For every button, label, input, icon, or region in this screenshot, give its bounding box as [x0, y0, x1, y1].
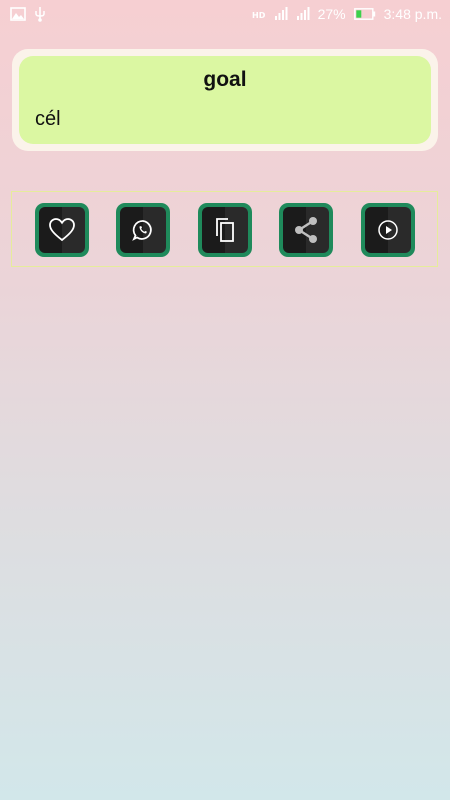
action-bar: [11, 191, 438, 267]
play-button[interactable]: [361, 203, 415, 257]
battery-percent: 27%: [317, 6, 346, 22]
whatsapp-icon: [132, 220, 152, 241]
usb-icon: [34, 6, 46, 22]
image-icon: [10, 7, 26, 21]
hd-icon: HD: [252, 7, 266, 21]
status-bar-right: HD 27% 3:48 p.m.: [252, 6, 442, 22]
status-bar-left: [10, 6, 46, 22]
clock: 3:48 p.m.: [383, 6, 442, 22]
word-title: goal: [203, 68, 247, 91]
share-icon: [295, 217, 317, 243]
status-bar: HD 27% 3:48 p.m.: [0, 0, 450, 28]
word-translation: cél: [35, 108, 61, 130]
share-button[interactable]: [279, 203, 333, 257]
signal-icon: [296, 7, 310, 21]
heart-icon: [49, 218, 75, 242]
copy-button[interactable]: [198, 203, 252, 257]
play-icon: [378, 220, 398, 240]
signal-icon: [274, 7, 288, 21]
favorite-button[interactable]: [35, 203, 89, 257]
word-card: goal cél: [12, 49, 438, 151]
word-card-body: goal cél: [19, 56, 431, 144]
whatsapp-button[interactable]: [116, 203, 170, 257]
copy-icon: [216, 218, 234, 242]
battery-icon: [353, 8, 376, 20]
svg-text:HD: HD: [252, 11, 266, 20]
